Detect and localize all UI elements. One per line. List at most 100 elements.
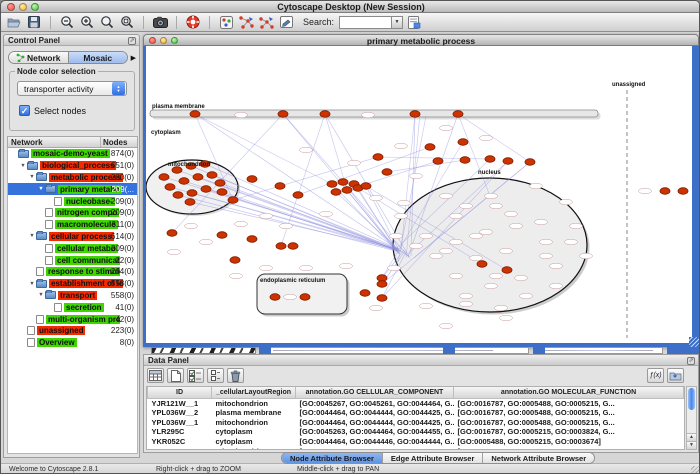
table-row[interactable]: YKR052Ccytoplasm[GO:0044464, GO:0044446,… — [148, 437, 684, 447]
disclosure-triangle-icon[interactable]: ▼ — [37, 292, 45, 298]
gene-node[interactable] — [165, 184, 175, 191]
gene-node[interactable] — [247, 236, 257, 243]
data-scrollbar[interactable]: ▲ ▼ — [686, 386, 697, 450]
attribute-table-icon[interactable] — [147, 368, 164, 383]
import-network-icon[interactable] — [237, 14, 255, 30]
disclosure-triangle-icon[interactable]: ▼ — [28, 174, 36, 180]
scrollbar-thumb[interactable] — [688, 388, 695, 410]
snapshot-camera-icon[interactable] — [151, 14, 169, 30]
gene-node[interactable] — [207, 172, 217, 179]
gene-node[interactable] — [453, 111, 463, 118]
checkbox-checked-icon[interactable]: ✓ — [19, 105, 30, 116]
gene-node[interactable] — [342, 187, 352, 194]
gene-node[interactable] — [485, 156, 495, 163]
unselect-attributes-icon[interactable] — [207, 368, 224, 383]
node-color-dropdown[interactable]: transporter activity ▲▼ — [17, 81, 127, 96]
scroll-up-icon[interactable]: ▲ — [687, 433, 696, 441]
background-overview-window[interactable] — [151, 347, 256, 354]
gene-node[interactable] — [201, 186, 211, 193]
column-header[interactable]: _cellularLayoutRegion — [212, 387, 296, 398]
gene-node[interactable] — [288, 243, 298, 250]
tab-network-attribute-browser[interactable]: Network Attribute Browser — [483, 453, 594, 463]
gene-node[interactable] — [300, 294, 310, 301]
gene-node[interactable] — [159, 174, 169, 181]
float-panel-icon[interactable]: ⇗ — [128, 37, 136, 45]
window-titlebar[interactable]: Cytoscape Desktop (New Session) — [1, 1, 700, 13]
tree-row[interactable]: unassigned223(0) — [8, 325, 137, 337]
float-panel-icon[interactable]: ⇗ — [687, 357, 695, 365]
tab-mosaic[interactable]: Mosaic — [68, 52, 128, 63]
gene-node[interactable] — [173, 192, 183, 199]
tree-row[interactable]: cellular metabo209(0) — [8, 242, 137, 254]
tree-row[interactable]: ▼cellular process614(0) — [8, 231, 137, 243]
gene-node[interactable] — [525, 159, 535, 166]
tree-row[interactable]: nucleobase-209(0) — [8, 195, 137, 207]
formula-builder-icon[interactable]: ƒ(x) — [647, 368, 664, 383]
tree-column-nodes[interactable]: Nodes — [101, 137, 137, 147]
gene-node[interactable] — [338, 179, 348, 186]
gene-node[interactable] — [382, 169, 392, 176]
gene-node[interactable] — [228, 197, 238, 204]
frame-resize-grip[interactable] — [689, 337, 699, 347]
annotation-icon[interactable] — [277, 14, 295, 30]
select-nodes-row[interactable]: ✓ Select nodes — [19, 105, 86, 116]
column-header[interactable]: annotation.GO CELLULAR_COMPONENT — [296, 387, 454, 398]
gene-node[interactable] — [433, 158, 443, 165]
table-row[interactable]: YPL036W__2plasma membrane[GO:0044464, GO… — [148, 408, 684, 418]
save-icon[interactable] — [25, 14, 43, 30]
tree-row[interactable]: secretion41(0) — [8, 301, 137, 313]
gene-node[interactable] — [320, 111, 330, 118]
gene-node[interactable] — [278, 111, 288, 118]
gene-node[interactable] — [660, 188, 670, 195]
tab-network[interactable]: Network — [9, 52, 68, 63]
gene-node[interactable] — [190, 111, 200, 118]
tree-row[interactable]: ▼transport558(0) — [8, 290, 137, 302]
gene-node[interactable] — [247, 176, 257, 183]
table-row[interactable]: YLR295Ccytoplasm[GO:0045263, GO:0044464,… — [148, 427, 684, 437]
zoom-in-icon[interactable] — [78, 14, 96, 30]
gene-node[interactable] — [230, 257, 240, 264]
gene-node[interactable] — [458, 139, 468, 146]
gene-node[interactable] — [217, 232, 227, 239]
gene-node[interactable] — [217, 189, 227, 196]
tree-column-network[interactable]: Network — [8, 137, 101, 147]
tree-row[interactable]: ▼establishment of lo558(0) — [8, 278, 137, 290]
table-row[interactable]: YJR121W__1mitochondrion[GO:0045267, GO:0… — [148, 398, 684, 408]
column-header[interactable]: annotation.GO MOLECULAR_FUNCTION — [454, 387, 684, 398]
export-network-icon[interactable] — [257, 14, 275, 30]
select-attributes-icon[interactable] — [187, 368, 204, 383]
import-attributes-icon[interactable] — [667, 368, 684, 383]
tab-node-attribute-browser[interactable]: Node Attribute Browser — [282, 453, 383, 463]
gene-node[interactable] — [331, 189, 341, 196]
attribute-page-icon[interactable] — [405, 14, 423, 30]
tab-edge-attribute-browser[interactable]: Edge Attribute Browser — [383, 453, 483, 463]
zoom-selected-icon[interactable] — [98, 14, 116, 30]
gene-node[interactable] — [678, 188, 688, 195]
tree-row[interactable]: ▼primary metabo209(... — [8, 183, 137, 195]
gene-node[interactable] — [215, 180, 225, 187]
zoom-out-icon[interactable] — [58, 14, 76, 30]
tree-row[interactable]: Overview8(0) — [8, 337, 137, 349]
delete-attribute-icon[interactable] — [227, 368, 244, 383]
gene-node[interactable] — [275, 183, 285, 190]
help-lifering-icon[interactable] — [184, 14, 202, 30]
dropdown-stepper-icon[interactable]: ▲▼ — [112, 82, 125, 95]
column-header[interactable]: ID — [148, 387, 212, 398]
tree-row[interactable]: response to stimulu264(0) — [8, 266, 137, 278]
gene-node[interactable] — [460, 157, 470, 164]
open-folder-icon[interactable] — [5, 14, 23, 30]
tree-row[interactable]: ▼metabolic process280(0) — [8, 172, 137, 184]
gene-node[interactable] — [193, 174, 203, 181]
gene-node[interactable] — [373, 154, 383, 161]
search-input[interactable] — [339, 16, 391, 29]
tree-row[interactable]: ▼biological_process651(0) — [8, 160, 137, 172]
gene-node[interactable] — [425, 144, 435, 151]
window-resize-grip[interactable] — [691, 466, 700, 474]
new-attribute-icon[interactable] — [167, 368, 184, 383]
gene-node[interactable] — [167, 230, 177, 237]
tree-row[interactable]: multi-organism pro42(0) — [8, 313, 137, 325]
disclosure-triangle-icon[interactable]: ▼ — [28, 281, 36, 287]
search-combo[interactable]: ▼ — [339, 16, 403, 29]
gene-node[interactable] — [377, 295, 387, 302]
disclosure-triangle-icon[interactable]: ▼ — [28, 233, 36, 239]
